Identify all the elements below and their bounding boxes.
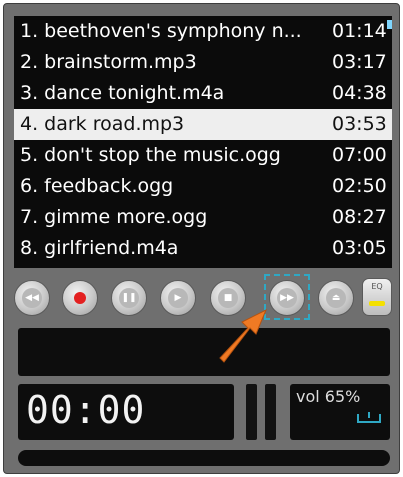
equalizer-bar bbox=[369, 301, 385, 306]
track-title: 4. dark road.mp3 bbox=[20, 113, 185, 135]
track-title: 8. girlfriend.m4a bbox=[20, 237, 179, 259]
track-title: 3. dance tonight.m4a bbox=[20, 82, 225, 104]
track-title: 1. beethoven's symphony n... bbox=[20, 20, 302, 42]
track-title: 6. feedback.ogg bbox=[20, 175, 174, 197]
playlist-track[interactable]: 6. feedback.ogg 02:50 bbox=[14, 171, 392, 202]
rewind-button[interactable]: ◀◀ bbox=[14, 280, 50, 316]
elapsed-time: 00:00 bbox=[26, 388, 146, 432]
track-duration: 04:38 bbox=[332, 82, 387, 104]
time-display: 00:00 bbox=[18, 384, 234, 440]
record-icon bbox=[74, 292, 86, 304]
level-meter-left bbox=[246, 384, 257, 440]
pause-button[interactable]: ❚❚ bbox=[111, 280, 147, 316]
track-info-screen bbox=[18, 328, 390, 376]
scrollbar-thumb[interactable] bbox=[387, 20, 392, 29]
track-duration: 03:05 bbox=[332, 237, 387, 259]
playlist-track[interactable]: 3. dance tonight.m4a 04:38 bbox=[14, 78, 392, 109]
track-title: 5. don't stop the music.ogg bbox=[20, 144, 281, 166]
media-player: 1. beethoven's symphony n... 01:14 2. brai… bbox=[3, 3, 400, 474]
playlist-track[interactable]: 4. dark road.mp3 03:53 bbox=[14, 109, 392, 140]
track-duration: 07:00 bbox=[332, 144, 387, 166]
level-meter-right bbox=[265, 384, 276, 440]
eject-icon: ⏏ bbox=[326, 288, 346, 308]
transport-controls: ◀◀ ❚❚ ▶ ■ ▶▶ ⏏ EQ bbox=[14, 274, 394, 322]
track-title: 2. brainstorm.mp3 bbox=[20, 51, 197, 73]
track-duration: 08:27 bbox=[332, 206, 387, 228]
track-duration: 01:14 bbox=[332, 20, 387, 42]
seek-bar[interactable] bbox=[18, 450, 390, 466]
pointer-arrow-annotation bbox=[219, 308, 267, 363]
playlist-track[interactable]: 1. beethoven's symphony n... 01:14 bbox=[14, 16, 392, 47]
playlist-track[interactable]: 8. girlfriend.m4a 03:05 bbox=[14, 233, 392, 264]
volume-icon bbox=[357, 412, 381, 423]
track-title: 7. gimme more.ogg bbox=[20, 206, 208, 228]
equalizer-label: EQ bbox=[371, 282, 383, 291]
playlist: 1. beethoven's symphony n... 01:14 2. brai… bbox=[14, 16, 392, 268]
volume-label: vol 65% bbox=[296, 387, 361, 406]
track-duration: 02:50 bbox=[332, 175, 387, 197]
track-duration: 03:53 bbox=[332, 113, 387, 135]
record-button[interactable] bbox=[62, 280, 98, 316]
playlist-track[interactable]: 2. brainstorm.mp3 03:17 bbox=[14, 47, 392, 78]
equalizer-button[interactable]: EQ bbox=[362, 278, 392, 316]
rewind-icon: ◀◀ bbox=[22, 288, 42, 308]
pause-icon: ❚❚ bbox=[119, 288, 139, 308]
playlist-track[interactable]: 5. don't stop the music.ogg 07:00 bbox=[14, 140, 392, 171]
eject-button[interactable]: ⏏ bbox=[318, 280, 354, 316]
play-button[interactable]: ▶ bbox=[160, 280, 196, 316]
track-duration: 03:17 bbox=[332, 51, 387, 73]
playlist-track[interactable]: 7. gimme more.ogg 08:27 bbox=[14, 202, 392, 233]
volume-control[interactable]: vol 65% bbox=[290, 384, 390, 440]
play-icon: ▶ bbox=[168, 288, 188, 308]
